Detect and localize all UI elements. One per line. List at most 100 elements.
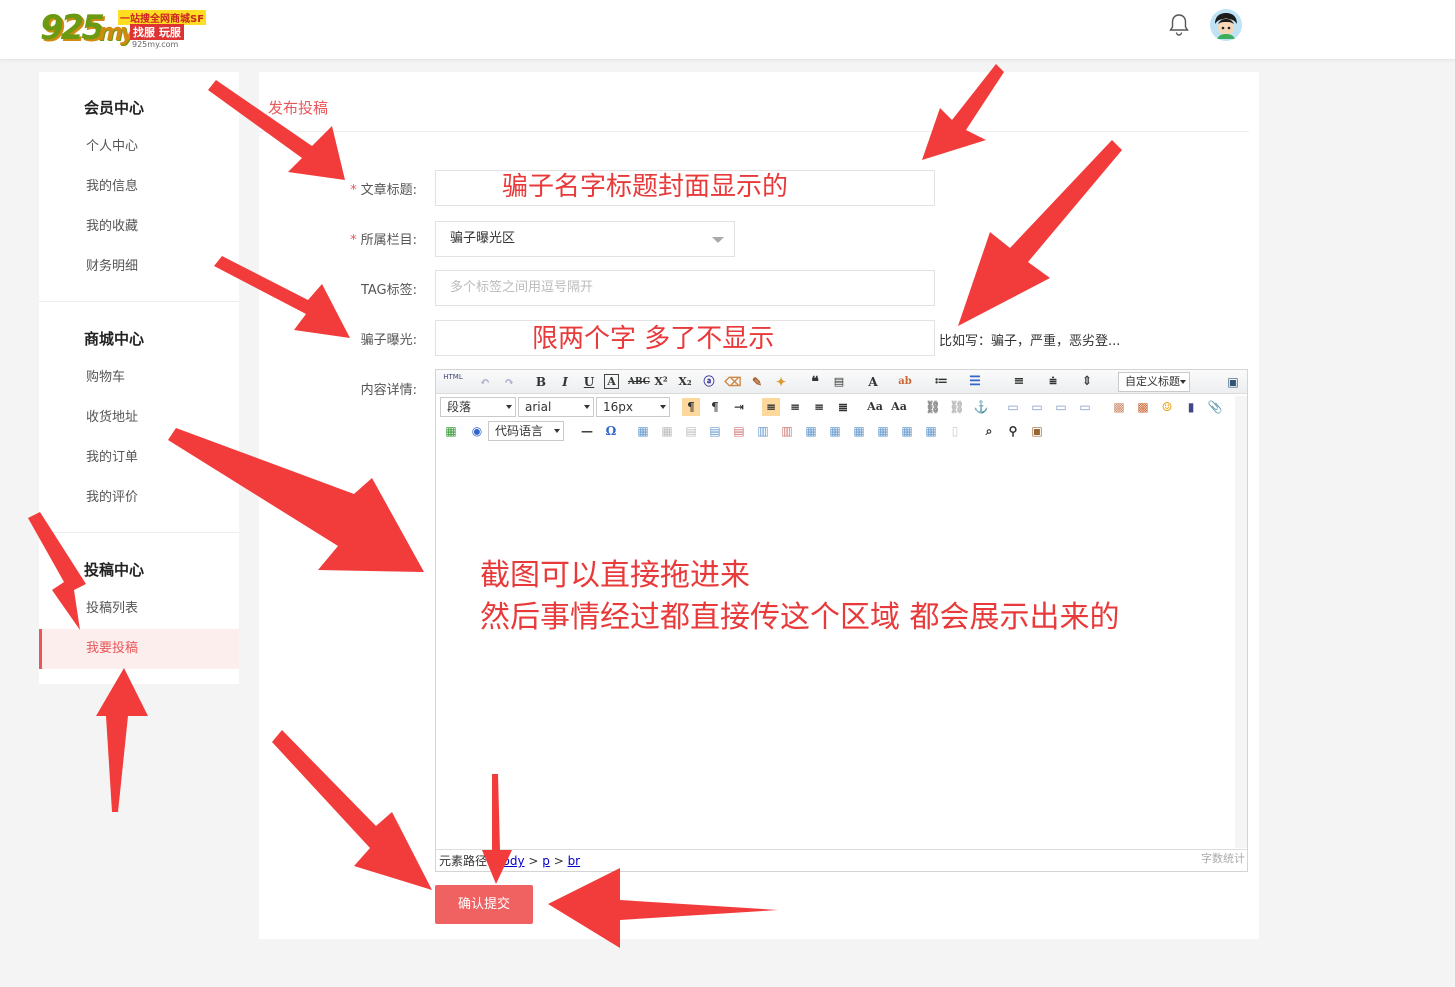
sidebar-item-orders[interactable]: 我的订单 [39, 438, 239, 478]
insert-image-icon[interactable]: ▩ [1134, 398, 1152, 416]
custom-title-select[interactable]: 自定义标题 [1118, 372, 1190, 392]
path-body-link[interactable]: body [495, 854, 525, 868]
font-select[interactable]: arial [518, 397, 594, 417]
sidebar-item-my-info[interactable]: 我的信息 [39, 167, 239, 207]
undo-icon[interactable]: ↶ [476, 373, 494, 391]
submit-button[interactable]: 确认提交 [435, 885, 533, 924]
delete-table-icon[interactable]: ▦ [658, 422, 676, 440]
preview-icon[interactable]: ▣ [1224, 373, 1242, 391]
page-title: 发布投稿 [268, 99, 329, 117]
user-avatar[interactable] [1210, 9, 1242, 41]
insert-col-icon[interactable]: ▥ [754, 422, 772, 440]
ordered-list-icon[interactable]: ≔ [932, 373, 950, 391]
insert-row-icon[interactable]: ▤ [706, 422, 724, 440]
sidebar-item-reviews[interactable]: 我的评价 [39, 478, 239, 518]
simple-upload-icon[interactable]: ▩ [1110, 398, 1128, 416]
font-size-select[interactable]: 16px [596, 397, 670, 417]
search-replace-icon[interactable]: ⚲ [1004, 422, 1022, 440]
chart-icon[interactable]: ▯ [946, 422, 964, 440]
unlink-icon[interactable]: ⛓ [948, 398, 966, 416]
highlight-icon[interactable]: ab [896, 373, 914, 391]
merge-down-icon[interactable]: ▦ [850, 422, 868, 440]
drafts-icon[interactable]: ▣ [1028, 422, 1046, 440]
path-p-link[interactable]: p [542, 854, 550, 868]
superscript-icon[interactable]: X² [652, 373, 670, 391]
align-center-icon[interactable]: ≡ [786, 398, 804, 416]
attachment-icon[interactable]: 📎 [1206, 398, 1224, 416]
strikethrough-icon[interactable]: ABC [628, 373, 650, 391]
insert-video-icon[interactable]: ▮ [1182, 398, 1200, 416]
paragraph-select[interactable]: 段落 [440, 397, 516, 417]
insert-frame-icon[interactable]: ◉ [468, 422, 486, 440]
sidebar-item-cart[interactable]: 购物车 [39, 358, 239, 398]
paste-plain-icon[interactable]: ▤ [830, 373, 848, 391]
insert-table-icon[interactable]: ▦ [634, 422, 652, 440]
sidebar-item-finance[interactable]: 财务明细 [39, 247, 239, 287]
code-language-select[interactable]: 代码语言 [488, 421, 564, 441]
horizontal-rule-icon[interactable]: — [578, 422, 596, 440]
tag-input[interactable]: 多个标签之间用逗号隔开 [435, 270, 935, 306]
emotion-icon[interactable]: ☺ [1158, 398, 1176, 416]
image-left-icon[interactable]: ▭ [1028, 398, 1046, 416]
sidebar-group-submission: 投稿中心 [84, 561, 145, 579]
blockquote-icon[interactable]: ❝ [806, 373, 824, 391]
align-justify-icon[interactable]: ≣ [834, 398, 852, 416]
font-border-icon[interactable]: A [604, 374, 619, 389]
site-logo[interactable]: 925 my 一站搜全网商城SF 找服 玩服 925my.com [40, 8, 207, 50]
underline-icon[interactable]: U [580, 373, 598, 391]
sidebar-item-new-submission[interactable]: 我要投稿 [39, 629, 239, 669]
align-left-icon[interactable]: ≡ [762, 398, 780, 416]
table-caption-icon[interactable]: ▤ [682, 422, 700, 440]
ltr-icon[interactable]: ¶ [682, 398, 700, 416]
redo-icon[interactable]: ↷ [500, 373, 518, 391]
row-spacing-icon[interactable]: ⇕ [1078, 373, 1096, 391]
autotype-icon[interactable]: ✦ [772, 373, 790, 391]
bold-icon[interactable]: B [532, 373, 550, 391]
subscript-icon[interactable]: X₂ [676, 373, 694, 391]
format-match-icon[interactable]: ⓐ [700, 373, 718, 391]
link-icon[interactable]: ⛓ [924, 398, 942, 416]
split-rows-icon[interactable]: ▦ [898, 422, 916, 440]
split-cols-icon[interactable]: ▦ [922, 422, 940, 440]
rtl-icon[interactable]: ¶ [706, 398, 724, 416]
sidebar-divider [39, 532, 239, 533]
logo-url: 925my.com [132, 40, 179, 49]
italic-icon[interactable]: I [556, 373, 574, 391]
unordered-list-icon[interactable]: ☰ [966, 373, 984, 391]
editor-toolbar: HTML ↶ ↷ B I U A ABC X² X₂ ⓐ ⌫ ✎ ✦ ❝ ▤ A… [436, 370, 1247, 394]
category-select[interactable]: 骗子曝光区 [435, 221, 735, 257]
title-divider [259, 131, 1249, 132]
uppercase-icon[interactable]: Aa [866, 398, 884, 416]
delete-row-icon[interactable]: ▤ [730, 422, 748, 440]
line-height-icon[interactable]: ≡ [1010, 373, 1028, 391]
split-cells-icon[interactable]: ▦ [874, 422, 892, 440]
merge-cells-icon[interactable]: ▦ [802, 422, 820, 440]
image-none-icon[interactable]: ▭ [1004, 398, 1022, 416]
content-label: 内容详情: [360, 383, 417, 398]
paragraph-spacing-icon[interactable]: ⩧ [1044, 373, 1062, 391]
sidebar-item-favorites[interactable]: 我的收藏 [39, 207, 239, 247]
special-chars-icon[interactable]: Ω [602, 422, 620, 440]
required-mark: * [350, 233, 357, 248]
html-source-button[interactable]: HTML [442, 373, 464, 391]
sidebar-item-personal-center[interactable]: 个人中心 [39, 127, 239, 167]
map-icon[interactable]: ▦ [442, 422, 460, 440]
font-color-icon[interactable]: A [864, 373, 882, 391]
indent-icon[interactable]: ⇥ [730, 398, 748, 416]
delete-col-icon[interactable]: ▥ [778, 422, 796, 440]
bell-icon[interactable] [1168, 13, 1190, 37]
path-br-link[interactable]: br [568, 854, 581, 868]
editor-content-area[interactable] [436, 444, 1235, 848]
align-right-icon[interactable]: ≡ [810, 398, 828, 416]
brush-icon[interactable]: ✎ [748, 373, 766, 391]
editor-scrollbar[interactable] [1235, 396, 1247, 848]
lowercase-icon[interactable]: Aa [890, 398, 908, 416]
print-preview-icon[interactable]: ⌕ [980, 422, 998, 440]
sidebar-item-address[interactable]: 收货地址 [39, 398, 239, 438]
anchor-icon[interactable]: ⚓ [972, 398, 990, 416]
merge-right-icon[interactable]: ▦ [826, 422, 844, 440]
sidebar-item-submission-list[interactable]: 投稿列表 [39, 589, 239, 629]
image-center-icon[interactable]: ▭ [1076, 398, 1094, 416]
image-right-icon[interactable]: ▭ [1052, 398, 1070, 416]
eraser-icon[interactable]: ⌫ [724, 373, 742, 391]
